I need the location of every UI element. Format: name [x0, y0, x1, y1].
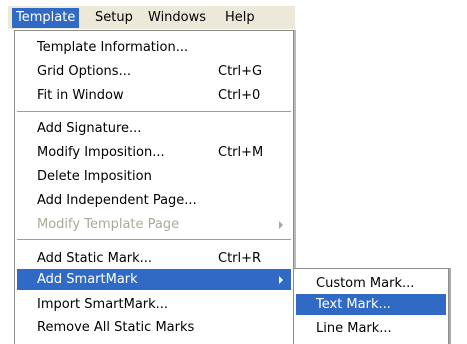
menu-setup[interactable]: Setup — [91, 8, 137, 28]
menu-item-label: Import SmartMark... — [37, 297, 169, 312]
menu-separator — [17, 239, 291, 240]
menu-item-label: Add Signature... — [37, 121, 142, 136]
menu-item-modify-template-page: Modify Template Page — [17, 215, 291, 234]
submenu-item-label: Line Mark... — [316, 321, 392, 336]
submenu-item-text-mark[interactable]: Text Mark... — [296, 294, 446, 315]
menu-item-label: Modify Template Page — [37, 217, 180, 232]
menu-item-label: Grid Options... — [37, 64, 131, 79]
menu-item-label: Add SmartMark — [37, 272, 138, 287]
menu-item-label: Modify Imposition... — [37, 145, 165, 160]
menu-item-label: Delete Imposition — [37, 169, 152, 184]
menu-item-import-smartmark[interactable]: Import SmartMark... — [17, 295, 291, 314]
menu-item-shortcut: Ctrl+0 — [218, 88, 261, 103]
menu-item-label: Remove All Static Marks — [37, 320, 195, 335]
menu-item-delete-imposition[interactable]: Delete Imposition — [17, 167, 291, 186]
menu-item-modify-imposition[interactable]: Modify Imposition... Ctrl+M — [17, 143, 291, 162]
menu-item-label: Add Independent Page... — [37, 193, 197, 208]
menu-item-template-information[interactable]: Template Information... — [17, 38, 291, 57]
menu-separator — [17, 111, 291, 112]
menu-template[interactable]: Template — [12, 8, 80, 28]
template-menu: Template Information... Grid Options... … — [14, 30, 294, 344]
menu-bar: Template Setup Windows Help — [8, 6, 295, 30]
menu-item-add-smartmark[interactable]: Add SmartMark — [17, 269, 291, 290]
submenu-item-label: Custom Mark... — [316, 276, 415, 291]
menu-help[interactable]: Help — [221, 8, 259, 28]
submenu-item-custom-mark[interactable]: Custom Mark... — [296, 274, 446, 293]
submenu-item-label: Text Mark... — [316, 297, 391, 312]
menu-item-grid-options[interactable]: Grid Options... Ctrl+G — [17, 62, 291, 81]
menu-item-add-signature[interactable]: Add Signature... — [17, 119, 291, 138]
menu-item-remove-all-static-marks[interactable]: Remove All Static Marks — [17, 318, 291, 337]
menu-item-shortcut: Ctrl+R — [218, 251, 262, 266]
menu-windows[interactable]: Windows — [144, 8, 210, 28]
menu-item-shortcut: Ctrl+M — [218, 145, 264, 160]
menu-item-label: Template Information... — [37, 40, 189, 55]
menu-item-shortcut: Ctrl+G — [218, 64, 263, 79]
menu-item-add-independent-page[interactable]: Add Independent Page... — [17, 191, 291, 210]
smartmark-submenu: Custom Mark... Text Mark... Line Mark... — [293, 268, 449, 344]
submenu-arrow-icon — [279, 221, 283, 229]
menu-item-add-static-mark[interactable]: Add Static Mark... Ctrl+R — [17, 249, 291, 268]
submenu-arrow-icon — [279, 276, 283, 284]
menu-item-fit-in-window[interactable]: Fit in Window Ctrl+0 — [17, 86, 291, 105]
submenu-item-line-mark[interactable]: Line Mark... — [296, 319, 446, 338]
menu-item-label: Add Static Mark... — [37, 251, 153, 266]
menu-item-label: Fit in Window — [37, 88, 124, 103]
